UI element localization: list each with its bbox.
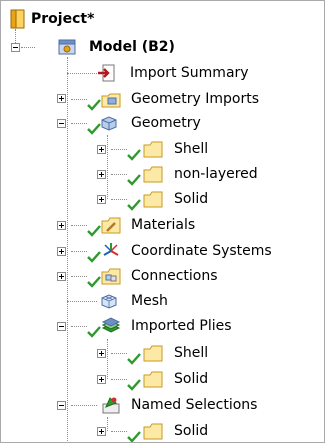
imported-plies-icon [101, 316, 121, 336]
tree-item-imported-plies[interactable]: Imported Plies [131, 316, 232, 336]
check-icon [127, 149, 141, 161]
check-icon [127, 353, 141, 365]
tree-item-model[interactable]: Model (B2) [89, 37, 175, 57]
tree-connector [67, 301, 97, 302]
collapse-toggle[interactable] [11, 43, 20, 52]
tree-connector [107, 417, 108, 431]
folder-icon [143, 369, 163, 389]
geometry-icon [99, 113, 119, 133]
expand-toggle[interactable] [57, 247, 66, 256]
tree-item-shell[interactable]: Shell [174, 139, 208, 159]
geometry-imports-icon [101, 89, 121, 109]
folder-icon [143, 343, 163, 363]
collapse-toggle[interactable] [57, 119, 66, 128]
tree-item-coordinate-systems[interactable]: Coordinate Systems [131, 241, 272, 261]
tree-connector [111, 353, 127, 354]
tree-connector [21, 47, 35, 48]
coordinate-systems-icon [101, 241, 121, 261]
tree-item-geometry-imports[interactable]: Geometry Imports [131, 89, 259, 109]
check-icon [127, 379, 141, 391]
tree-item-solid[interactable]: Solid [174, 421, 208, 441]
check-icon [87, 99, 101, 111]
expand-toggle[interactable] [57, 221, 66, 230]
check-icon [87, 326, 101, 338]
tree-connector [111, 431, 127, 432]
tree-connector [67, 73, 97, 74]
expand-toggle[interactable] [97, 195, 106, 204]
expand-toggle[interactable] [97, 145, 106, 154]
check-icon [127, 431, 141, 442]
tree-item-solid[interactable]: Solid [174, 369, 208, 389]
folder-icon [143, 189, 163, 209]
tree-connector [71, 251, 87, 252]
expand-toggle[interactable] [97, 349, 106, 358]
collapse-toggle[interactable] [57, 401, 66, 410]
tree-item-geometry[interactable]: Geometry [131, 113, 201, 133]
check-icon [127, 174, 141, 186]
tree-item-solid[interactable]: Solid [174, 189, 208, 209]
connections-icon [101, 266, 121, 286]
tree-connector [107, 339, 108, 379]
materials-icon [101, 215, 121, 235]
mesh-icon [99, 291, 119, 311]
tree-connector [67, 57, 68, 441]
tree-connector [111, 199, 127, 200]
tree-item-mesh[interactable]: Mesh [131, 291, 168, 311]
tree-connector [71, 225, 87, 226]
import-arrow-icon [97, 63, 117, 83]
tree-item-shell[interactable]: Shell [174, 343, 208, 363]
folder-icon [143, 164, 163, 184]
tree-connector [71, 326, 87, 327]
model-icon [57, 37, 77, 57]
expand-toggle[interactable] [57, 94, 66, 103]
tree-connector [111, 379, 127, 380]
tree-item-named-selections[interactable]: Named Selections [131, 395, 257, 415]
named-selections-icon [101, 395, 121, 415]
tree-connector [111, 149, 127, 150]
expand-toggle[interactable] [97, 170, 106, 179]
tree-connector [71, 405, 97, 406]
tree-connector [107, 135, 108, 199]
check-icon [127, 199, 141, 211]
folder-icon [143, 139, 163, 159]
tree-connector [111, 174, 127, 175]
tree-item-non-layered[interactable]: non-layered [174, 164, 258, 184]
check-icon [87, 225, 101, 237]
collapse-toggle[interactable] [57, 322, 66, 331]
tree-connector [71, 99, 87, 100]
expand-toggle[interactable] [57, 272, 66, 281]
folder-icon [143, 421, 163, 441]
expand-toggle[interactable] [97, 427, 106, 436]
check-icon [87, 276, 101, 288]
tree-item-import-summary[interactable]: Import Summary [130, 63, 249, 83]
check-icon [87, 251, 101, 263]
tree-item-materials[interactable]: Materials [131, 215, 195, 235]
tree-item-connections[interactable]: Connections [131, 266, 218, 286]
project-tree: Project* Model (B2) Import Summary Geome… [0, 0, 325, 443]
project-icon [9, 9, 29, 29]
expand-toggle[interactable] [97, 375, 106, 384]
tree-connector [71, 276, 87, 277]
tree-connector [71, 123, 87, 124]
tree-item-project[interactable]: Project* [31, 9, 94, 29]
